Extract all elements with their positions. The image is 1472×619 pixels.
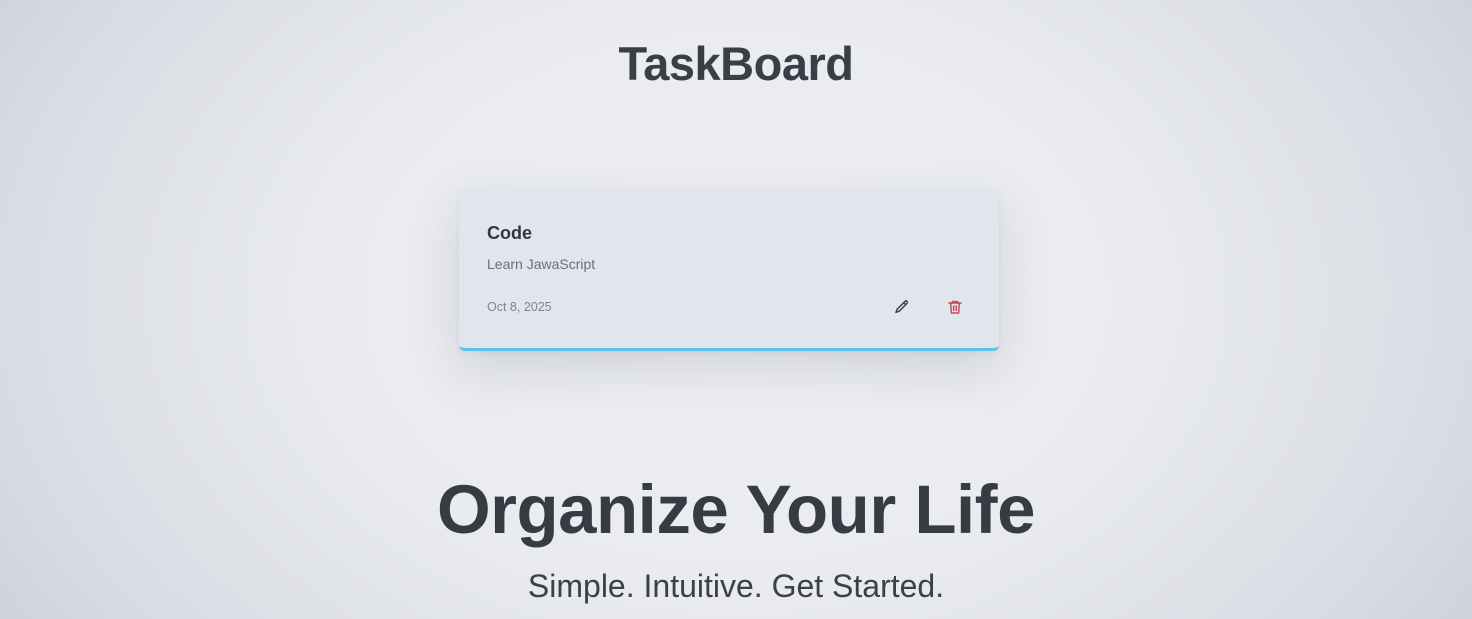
task-card[interactable]: Code Learn JawaScript Oct 8, 2025 xyxy=(459,189,999,351)
task-date: Oct 8, 2025 xyxy=(487,300,552,314)
app-title: TaskBoard xyxy=(618,37,854,90)
task-description: Learn JawaScript xyxy=(487,256,596,272)
task-title: Code xyxy=(487,223,532,243)
edit-task-button[interactable] xyxy=(890,295,914,319)
pencil-icon xyxy=(895,300,909,314)
hero-subtitle: Simple. Intuitive. Get Started. xyxy=(527,568,945,604)
delete-task-button[interactable] xyxy=(943,295,967,319)
hero-title: Organize Your Life xyxy=(436,471,1036,548)
trash-icon xyxy=(948,300,962,314)
